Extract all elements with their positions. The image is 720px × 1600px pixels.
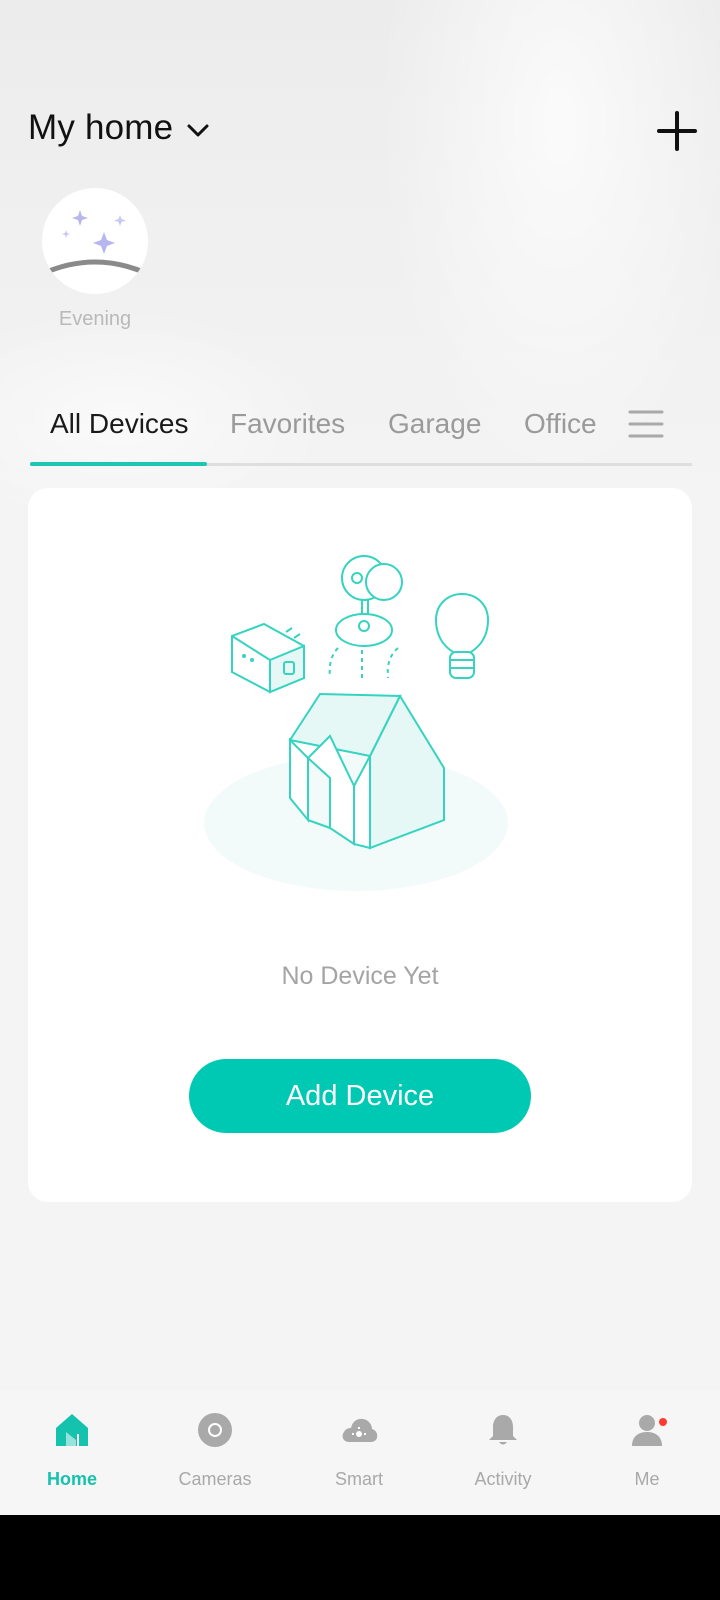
add-device-button[interactable]: Add Device xyxy=(189,1059,531,1133)
add-icon[interactable] xyxy=(656,110,698,152)
notification-badge xyxy=(659,1418,667,1426)
tab-all-devices[interactable]: All Devices xyxy=(50,408,188,440)
tab-office[interactable]: Office xyxy=(524,408,597,440)
system-navigation-bar xyxy=(0,1515,720,1600)
scene-label: Evening xyxy=(58,308,132,330)
bell-icon xyxy=(489,1415,517,1445)
nav-activity-label: Activity xyxy=(474,1469,532,1489)
chevron-down-icon xyxy=(187,124,209,137)
nav-smart[interactable]: Smart xyxy=(299,1410,419,1490)
nav-cameras-label: Cameras xyxy=(178,1469,252,1489)
tab-active-indicator xyxy=(30,462,207,466)
nav-home[interactable]: Home xyxy=(12,1410,132,1490)
nav-smart-label: Smart xyxy=(334,1469,383,1489)
tab-garage[interactable]: Garage xyxy=(388,408,481,440)
smart-cloud-icon xyxy=(342,1418,378,1442)
bottom-nav: Home Cameras Smart Activity Me xyxy=(0,1390,720,1515)
empty-state-message: No Device Yet xyxy=(281,962,439,990)
evening-scene-icon xyxy=(42,188,148,294)
nav-home-label: Home xyxy=(46,1469,97,1489)
nav-activity[interactable]: Activity xyxy=(443,1410,563,1490)
camera-icon xyxy=(198,1413,232,1447)
home-icon xyxy=(56,1414,88,1446)
menu-icon[interactable] xyxy=(628,408,664,440)
person-icon xyxy=(632,1415,662,1446)
devices-illustration-icon xyxy=(204,555,508,891)
devices-card: No Device Yet Add Device xyxy=(28,488,692,1202)
nav-me-label: Me xyxy=(634,1469,660,1489)
home-selector[interactable]: My home xyxy=(28,108,209,148)
home-title: My home xyxy=(28,108,174,147)
nav-cameras[interactable]: Cameras xyxy=(155,1410,275,1490)
scene-evening[interactable]: Evening xyxy=(42,188,148,331)
device-tabs: All Devices Favorites Garage Office xyxy=(30,398,692,466)
tab-favorites[interactable]: Favorites xyxy=(230,408,345,440)
nav-me[interactable]: Me xyxy=(587,1410,707,1490)
